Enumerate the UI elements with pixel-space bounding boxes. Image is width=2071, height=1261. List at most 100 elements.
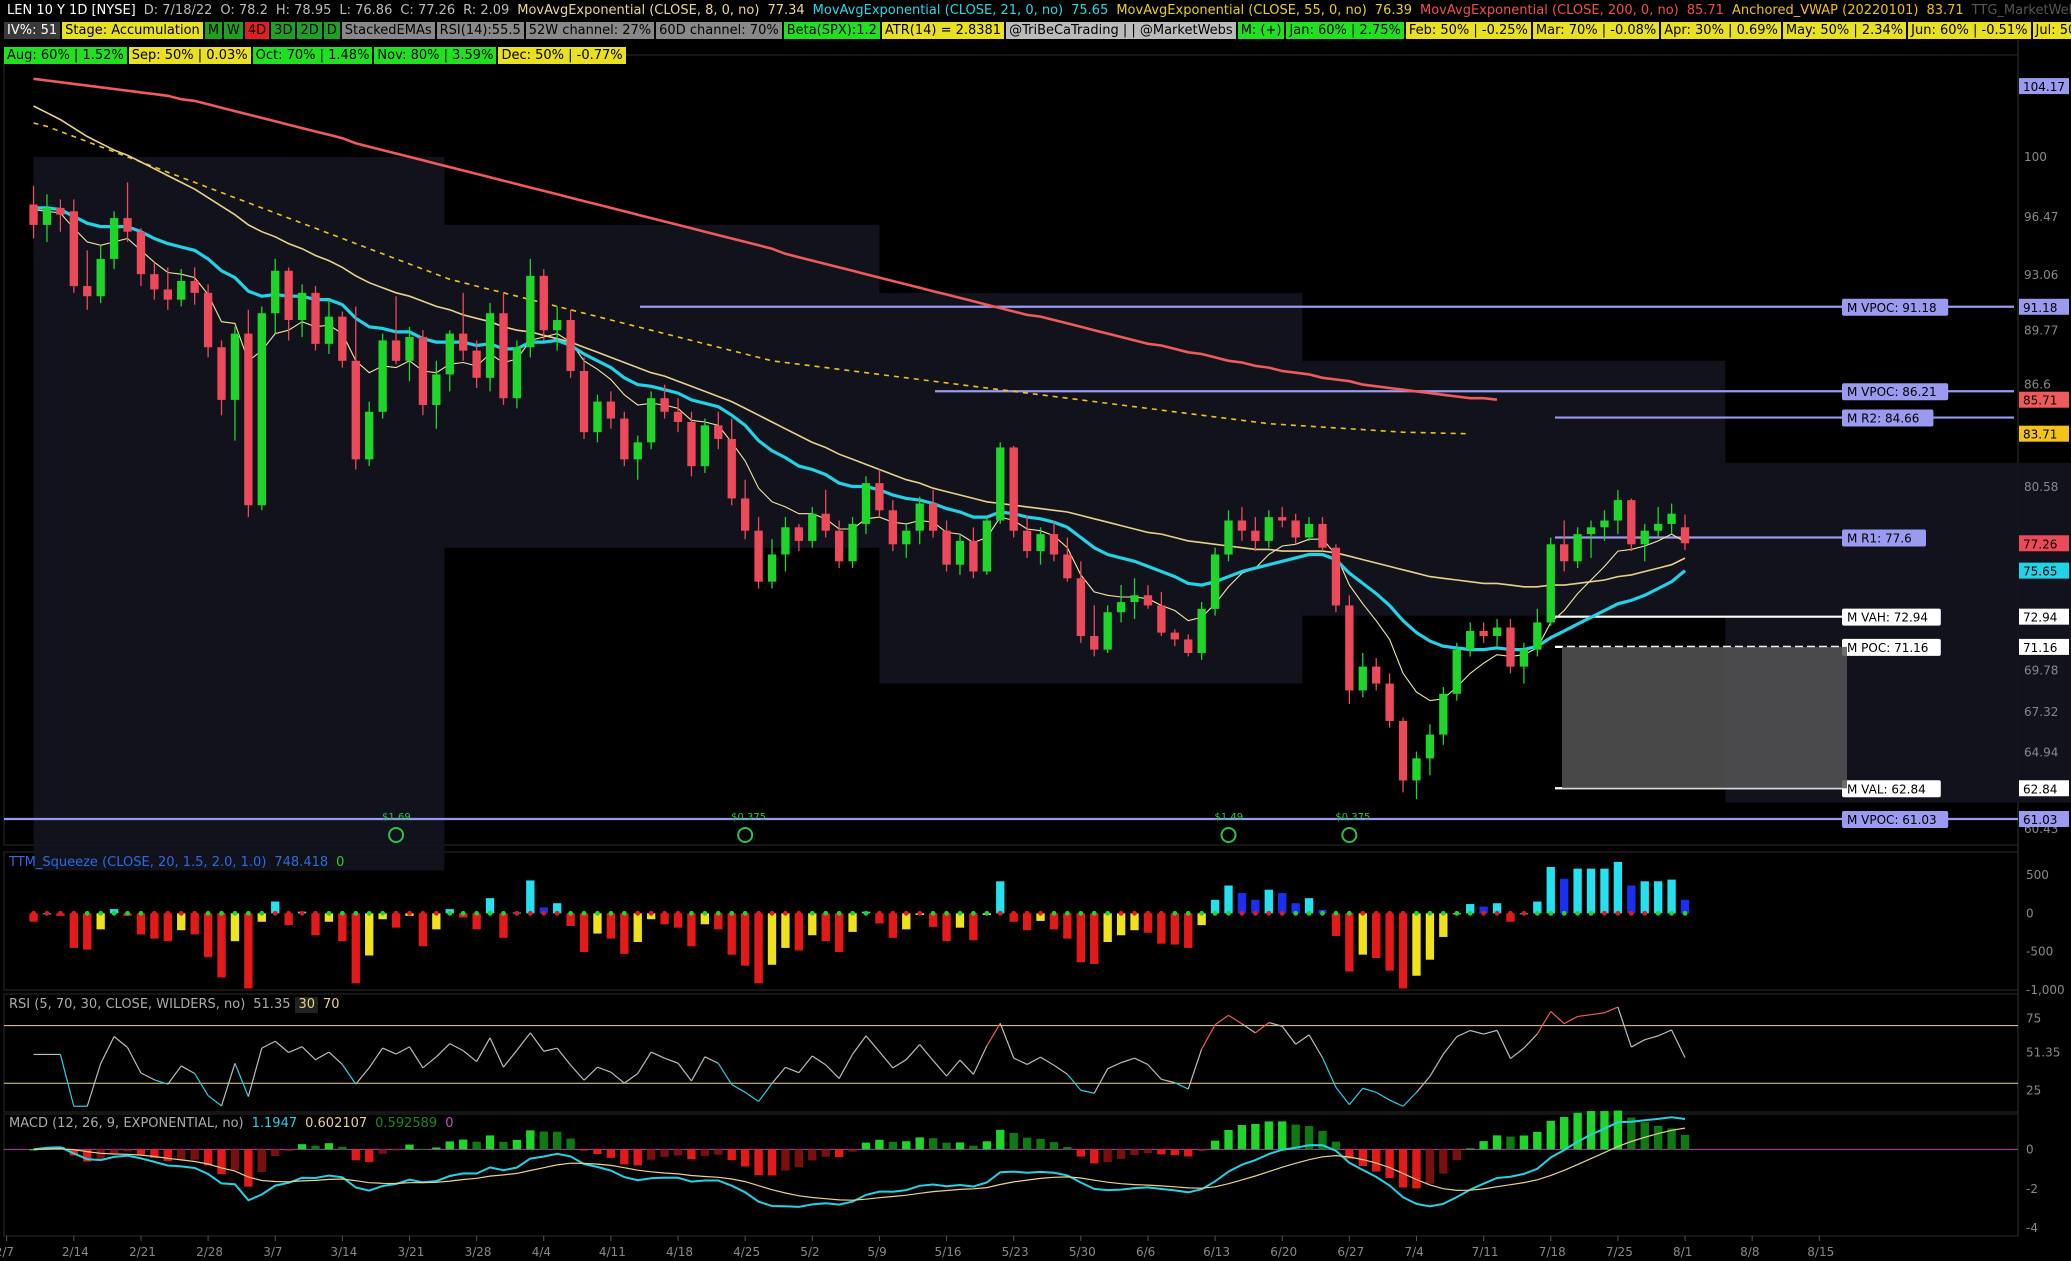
squeeze-tick-3: -1,000 (2026, 983, 2065, 997)
squeeze-dot-114 (1561, 910, 1567, 916)
date-label-13: 5/9 (867, 1245, 886, 1259)
candle-body-14 (217, 347, 226, 400)
macd-hist-57 (794, 1149, 804, 1168)
macd-hist-47 (660, 1149, 669, 1157)
candle-body-78 (1076, 578, 1085, 637)
macd-hist-84 (1157, 1149, 1166, 1155)
squeeze-dot-11 (178, 910, 184, 916)
legend-chip-4: L: 76.86 (339, 3, 393, 18)
squeeze-dot-70 (971, 910, 976, 916)
squeeze-bar-14 (217, 913, 226, 978)
squeeze-dot-1 (44, 910, 50, 916)
squeeze-bar-83 (1143, 913, 1153, 933)
macd-hist-105 (1439, 1149, 1448, 1174)
macd-hist-71 (982, 1141, 991, 1150)
candle-body-17 (257, 313, 266, 506)
squeeze-dot-46 (648, 910, 654, 916)
price-badge-5: 75.65 (2023, 565, 2057, 579)
macd-hist-54 (754, 1149, 763, 1176)
squeeze-bar-118 (1613, 861, 1623, 914)
candle-body-1 (42, 207, 52, 225)
squeeze-dot-22 (326, 910, 332, 916)
candle-body-82 (1130, 595, 1139, 603)
candle-body-26 (378, 340, 387, 412)
squeeze-dot-58 (809, 910, 815, 916)
squeeze-dot-29 (420, 910, 426, 916)
macd-hist-79 (1090, 1149, 1099, 1164)
candle-body-79 (1090, 636, 1099, 650)
candle-body-96 (1318, 523, 1327, 548)
macd-hist-26 (378, 1149, 387, 1154)
squeeze-bar-24 (351, 913, 360, 984)
squeeze-bar-57 (794, 913, 804, 951)
candle-body-120 (1640, 530, 1649, 545)
squeeze-bar-76 (1049, 913, 1059, 930)
squeeze-panel-label: TTM_Squeeze (CLOSE, 20, 1.5, 2.0, 1.0) 7… (6, 855, 347, 871)
macd-hist-64 (888, 1141, 898, 1150)
squeeze-dot-0 (31, 910, 36, 916)
rsi-panel-label: RSI (5, 70, 30, CLOSE, WILDERS, no) 51.3… (6, 997, 343, 1013)
candle-body-122 (1667, 513, 1676, 524)
macd-hist-116 (1586, 1111, 1596, 1150)
date-label-17: 6/6 (1136, 1245, 1155, 1259)
squeeze-bar-116 (1586, 868, 1596, 914)
price-badge-9: 61.03 (2023, 813, 2057, 827)
squeeze-bar-102 (1398, 913, 1408, 989)
macd-hist-29 (418, 1148, 428, 1150)
volume-profile-block-0 (33, 156, 445, 871)
candle-body-106 (1452, 649, 1461, 694)
candle-body-53 (740, 498, 750, 531)
level-label-6: M VAL: 62.84 (1847, 782, 1926, 796)
candle-body-40 (566, 320, 575, 371)
macd-hist-100 (1372, 1149, 1381, 1172)
price-badge-3: 83.71 (2023, 428, 2057, 442)
squeeze-bar-54 (754, 913, 763, 984)
candle-body-25 (365, 411, 374, 460)
candle-body-57 (794, 527, 804, 541)
status-chip-16: Jan: 60% | 2.75% (1286, 22, 1404, 39)
price-tick-label-10: 69.78 (2024, 663, 2058, 677)
squeeze-bar-13 (203, 913, 213, 958)
squeeze-dot-31 (447, 910, 453, 916)
macd-hist-104 (1425, 1149, 1435, 1184)
squeeze-dot-6 (111, 910, 117, 916)
squeeze-dot-78 (1078, 910, 1084, 916)
squeeze-dot-81 (1118, 910, 1124, 916)
macd-hist-55 (767, 1149, 777, 1176)
date-label-8: 4/4 (532, 1245, 551, 1259)
candle-body-60 (834, 530, 844, 562)
squeeze-dot-105 (1440, 910, 1446, 916)
squeeze-dot-26 (380, 910, 386, 916)
macd-hist-81 (1116, 1149, 1126, 1159)
squeeze-dot-40 (568, 910, 574, 916)
squeeze-dot-89 (1226, 910, 1231, 916)
macd-hist-30 (432, 1147, 441, 1150)
candle-body-91 (1251, 530, 1260, 541)
squeeze-bar-114 (1560, 878, 1569, 914)
squeeze-dot-119 (1628, 910, 1634, 916)
squeeze-bar-115 (1573, 868, 1582, 914)
level-label-7: M VPOC: 61.03 (1847, 813, 1937, 827)
date-label-21: 7/4 (1404, 1245, 1423, 1259)
candle-body-117 (1600, 520, 1609, 528)
squeeze-dot-14 (219, 910, 224, 916)
squeeze-bar-56 (781, 913, 790, 948)
squeeze-bar-105 (1439, 913, 1448, 937)
squeeze-bar-53 (740, 913, 750, 966)
squeeze-bar-41 (579, 913, 589, 953)
macd-hist-22 (324, 1143, 334, 1150)
macd-hist-93 (1278, 1121, 1287, 1150)
candle-body-77 (1063, 554, 1072, 579)
candle-body-7 (123, 218, 132, 232)
squeeze-bar-52 (727, 913, 736, 955)
candle-body-113 (1546, 544, 1555, 623)
squeeze-bar-64 (888, 913, 898, 938)
macd-hist-58 (808, 1149, 817, 1161)
candle-body-50 (700, 425, 710, 467)
price-chart-canvas[interactable]: M VPOC: 91.18 M VPOC: 86.21 M R2: 84.66 M R… (0, 0, 2071, 1261)
squeeze-dot-93 (1279, 910, 1285, 916)
macd-hist-38 (539, 1131, 548, 1150)
candle-body-24 (351, 360, 360, 460)
status-chip-8: StackedEMAs (341, 22, 435, 39)
rsi-overbought: 70 (323, 997, 340, 1012)
